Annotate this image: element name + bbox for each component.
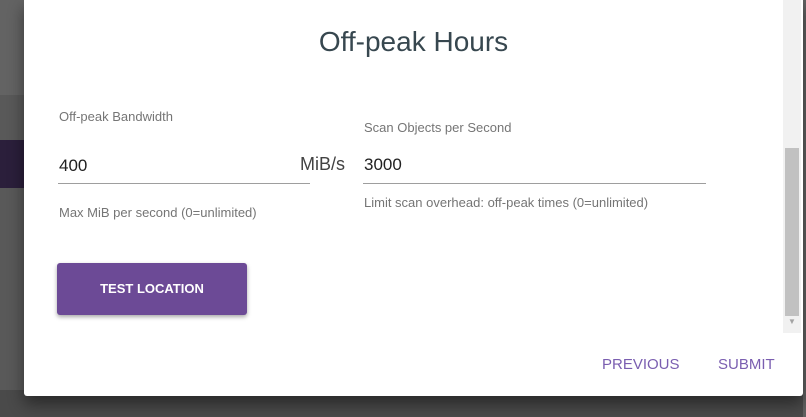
caret-down-icon[interactable]: ▼ (783, 316, 801, 328)
submit-button[interactable]: SUBMIT (718, 356, 775, 373)
scan-input[interactable]: 3000 (364, 155, 402, 175)
backdrop-accent (0, 140, 24, 188)
test-location-button[interactable]: TEST LOCATION (57, 263, 247, 315)
bandwidth-input[interactable]: 400 (59, 156, 87, 176)
dialog-title: Off-peak Hours (318, 26, 509, 57)
bandwidth-helper: Max MiB per second (0=unlimited) (59, 205, 257, 220)
bandwidth-unit: MiB/s (300, 154, 345, 174)
scan-label: Scan Objects per Second (364, 120, 512, 135)
scrollbar-thumb[interactable] (785, 148, 799, 316)
previous-button[interactable]: PREVIOUS (602, 356, 680, 373)
off-peak-dialog: Off-peak Hours Off-peak Bandwidth 400 Mi… (24, 0, 803, 396)
scan-helper: Limit scan overhead: off-peak times (0=u… (364, 195, 649, 210)
bandwidth-label: Off-peak Bandwidth (59, 109, 173, 124)
scan-underline (363, 183, 706, 184)
bandwidth-underline (58, 183, 310, 184)
